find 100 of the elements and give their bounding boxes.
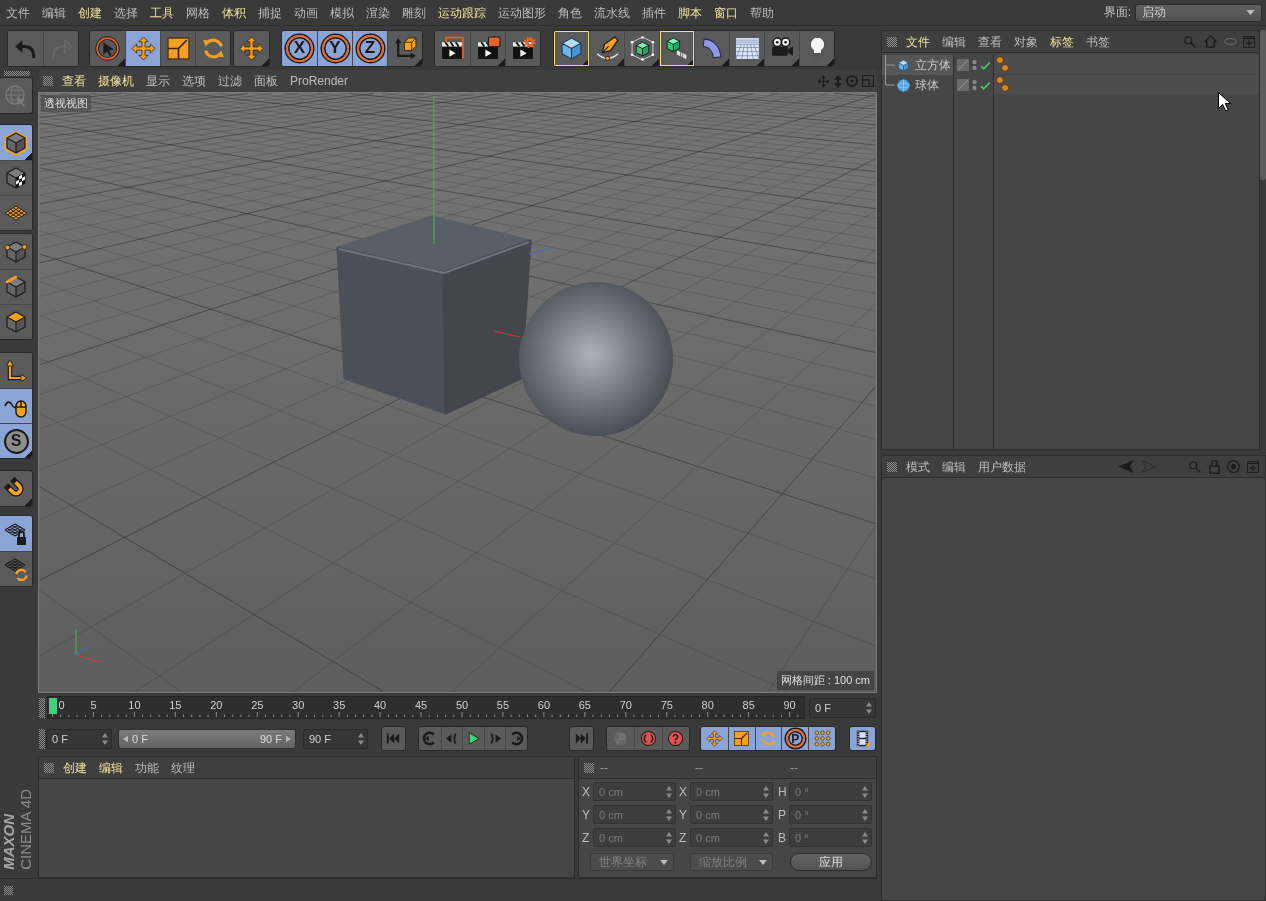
menu-item[interactable]: 编辑 [36, 2, 72, 23]
menu-item[interactable]: 查看 [56, 71, 92, 91]
ellipse-icon[interactable] [1224, 38, 1237, 45]
move-key-button[interactable] [700, 727, 728, 750]
object-list-item[interactable]: 立方体 [882, 55, 954, 75]
layer-swatch-icon[interactable] [957, 79, 969, 91]
floor-button[interactable] [729, 30, 764, 66]
pen-tool-button[interactable] [589, 30, 624, 66]
menu-item[interactable]: 模式 [900, 456, 936, 477]
scale-key-button[interactable] [727, 727, 755, 750]
grip-handle-icon[interactable] [584, 762, 594, 773]
selection-tool-button[interactable] [90, 30, 125, 66]
menu-item[interactable]: 书签 [1080, 31, 1116, 52]
menu-item[interactable]: 选项 [176, 71, 212, 91]
menu-item[interactable]: 查看 [972, 31, 1008, 52]
camera-button[interactable] [764, 30, 799, 66]
menu-item[interactable]: 捕捉 [252, 2, 288, 23]
cube-model[interactable] [336, 215, 532, 415]
menu-item[interactable]: 渲染 [360, 2, 396, 23]
menu-item[interactable]: 文件 [900, 31, 936, 52]
menu-item[interactable]: 脚本 [672, 2, 708, 23]
menu-item[interactable]: 插件 [636, 2, 672, 23]
grip-handle-icon[interactable] [39, 697, 45, 718]
menu-item[interactable]: 面板 [248, 71, 284, 91]
next-key-button[interactable] [505, 727, 527, 750]
menu-item[interactable]: 摄像机 [92, 71, 140, 91]
render-settings-button[interactable] [505, 30, 540, 66]
sphere-model[interactable] [519, 282, 673, 436]
workplane-lock-button[interactable] [0, 516, 32, 551]
menu-item[interactable]: 流水线 [588, 2, 636, 23]
keyframe-selection-button[interactable] [661, 727, 689, 750]
light-button[interactable] [799, 30, 834, 66]
menu-item[interactable]: 编辑 [93, 757, 129, 778]
move-tool-button[interactable] [234, 30, 269, 66]
model-mode-button[interactable] [0, 125, 32, 160]
menu-item[interactable]: 角色 [552, 2, 588, 23]
menu-item[interactable]: 帮助 [744, 2, 780, 23]
workplane-align-button[interactable] [0, 551, 32, 586]
deformer-button[interactable] [694, 30, 729, 66]
go-to-end-button[interactable] [569, 727, 593, 750]
menu-item[interactable]: 创建 [72, 2, 108, 23]
layout-dropdown[interactable]: 启动 [1135, 3, 1262, 22]
object-list-item[interactable]: 球体 [882, 75, 954, 95]
menu-item[interactable]: 功能 [129, 757, 165, 778]
point-level-button[interactable] [808, 727, 835, 750]
menu-item[interactable]: 编辑 [936, 31, 972, 52]
menu-item[interactable]: 文件 [0, 2, 36, 23]
coordinate-system-button[interactable] [387, 30, 422, 66]
tag-dots-icon[interactable] [996, 76, 1009, 92]
menu-item[interactable]: 编辑 [936, 456, 972, 477]
visibility-dots-icon[interactable] [972, 79, 977, 91]
viewport-canvas[interactable]: 透视视图 网格间距 : 100 cm [38, 92, 877, 693]
check-icon[interactable] [980, 80, 991, 90]
menu-item[interactable]: 窗口 [708, 2, 744, 23]
menu-item[interactable]: 对象 [1008, 31, 1044, 52]
x-axis-button[interactable]: X [282, 30, 317, 66]
grip-handle-icon[interactable] [887, 461, 897, 472]
grip-handle-icon[interactable] [43, 76, 53, 86]
y-axis-button[interactable]: Y [317, 30, 352, 66]
menu-item[interactable]: 运动图形 [492, 2, 552, 23]
parameter-key-button[interactable]: P [781, 727, 809, 750]
cube-button[interactable] [554, 30, 589, 66]
menu-item[interactable]: 运动跟踪 [432, 2, 492, 23]
window-toggle-icon[interactable] [862, 75, 874, 87]
timeline-ruler[interactable]: 0 5 10 15 20 25 30 35 40 45 50 55 60 65 70 75 80 85 90 [47, 696, 805, 719]
rotate-key-button[interactable] [754, 727, 782, 750]
grip-handle-icon[interactable] [887, 36, 897, 47]
solo-button[interactable]: S [0, 423, 32, 458]
start-frame-field[interactable]: 0 F [46, 728, 112, 749]
check-icon[interactable] [980, 60, 991, 70]
subdivision-button[interactable] [624, 30, 659, 66]
scrollbar-thumb[interactable] [1260, 30, 1266, 180]
go-to-start-button[interactable] [382, 727, 405, 750]
menu-item[interactable]: 网格 [180, 2, 216, 23]
grip-handle-icon[interactable] [4, 885, 13, 895]
grip-handle-icon[interactable] [4, 71, 30, 76]
menu-item[interactable]: 显示 [140, 71, 176, 91]
menu-item[interactable]: 模拟 [324, 2, 360, 23]
tweak-mode-button[interactable] [0, 388, 32, 423]
z-axis-button[interactable]: Z [352, 30, 387, 66]
move-tool-button[interactable] [125, 30, 160, 66]
layer-swatch-icon[interactable] [957, 59, 969, 71]
workplane-mode-button[interactable] [0, 195, 32, 230]
menu-item[interactable]: 工具 [144, 2, 180, 23]
rotate-tool-button[interactable] [195, 30, 230, 66]
tag-dots-icon[interactable] [996, 56, 1009, 72]
menu-item[interactable]: 纹理 [165, 757, 201, 778]
playhead[interactable] [48, 698, 57, 714]
menu-item[interactable]: 标签 [1044, 31, 1080, 52]
frame-range-slider[interactable]: 0 F 90 F [118, 728, 296, 749]
grip-handle-icon[interactable] [39, 728, 45, 749]
polygons-mode-button[interactable] [0, 304, 32, 339]
menu-item[interactable]: 动画 [288, 2, 324, 23]
menu-item[interactable]: 雕刻 [396, 2, 432, 23]
current-frame-field[interactable]: 0 F [809, 697, 876, 718]
timeline-window-button[interactable] [849, 727, 875, 750]
menu-item[interactable]: ProRender [284, 71, 355, 91]
menu-item[interactable]: 过滤 [212, 71, 248, 91]
menu-item[interactable]: 用户数据 [972, 456, 1032, 477]
visibility-dots-icon[interactable] [972, 59, 977, 71]
